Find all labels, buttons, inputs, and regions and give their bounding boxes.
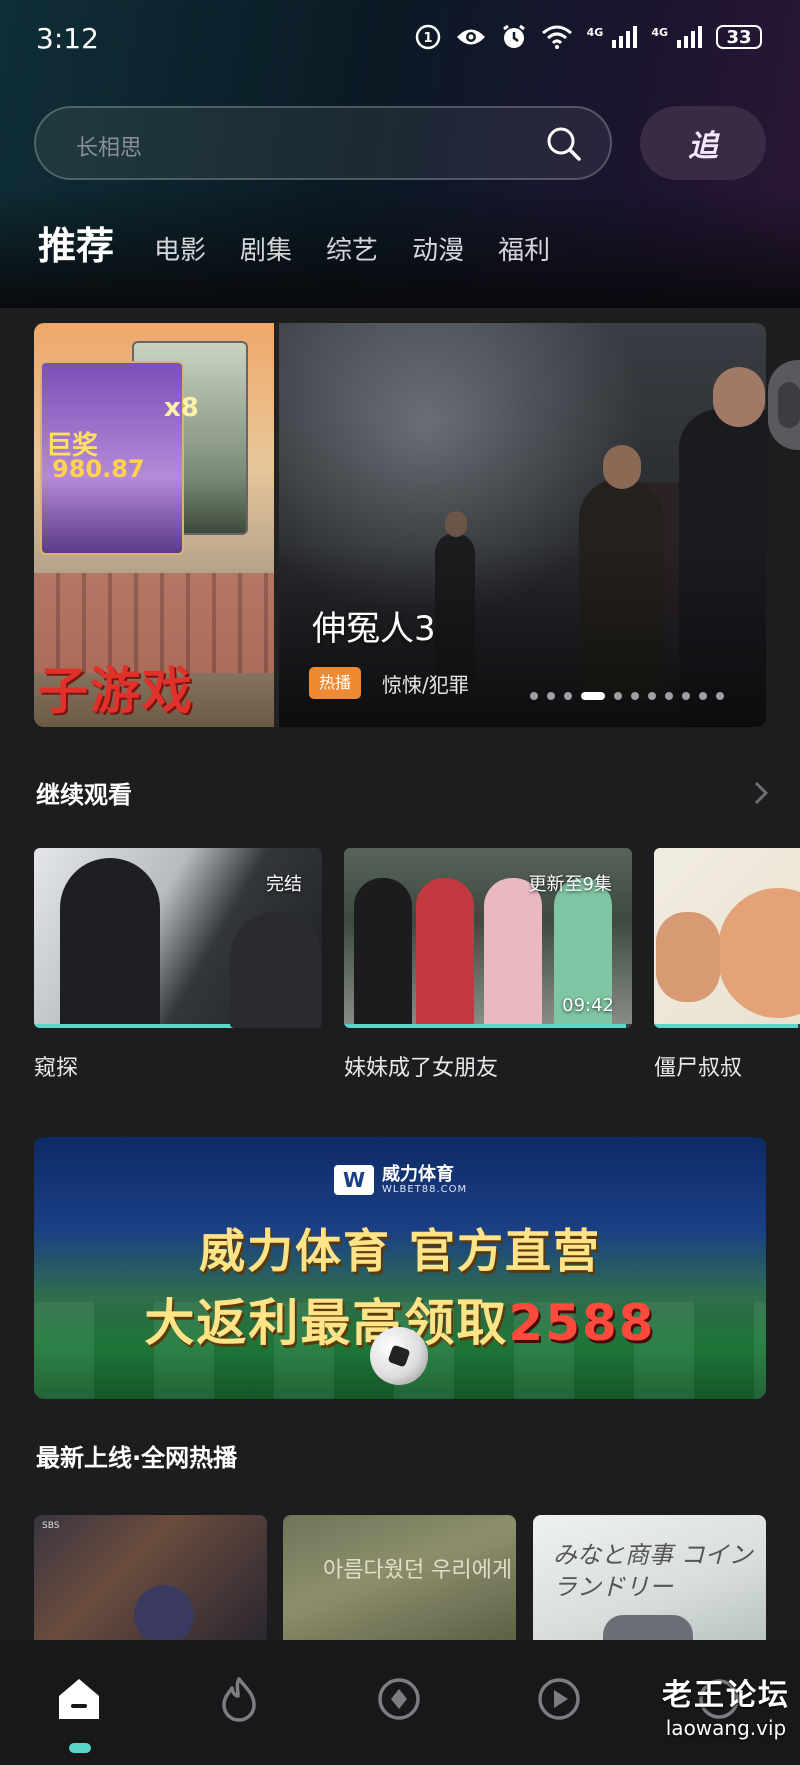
follow-button[interactable]: 追 xyxy=(640,106,766,180)
latest-title: 最新上线·全网热播 xyxy=(36,1444,238,1472)
progress-bar xyxy=(654,1024,800,1028)
status-tag: 完结 xyxy=(266,874,302,895)
latest-item[interactable]: SBS xyxy=(34,1515,267,1640)
ad-logo: W 威力体育 WLBET88.COM xyxy=(334,1165,467,1195)
network-label-1: 4G xyxy=(586,25,604,39)
carousel-dot[interactable] xyxy=(581,692,605,700)
figure-shape xyxy=(354,878,412,1028)
watermark-url: laowang.vip xyxy=(665,1716,787,1740)
featured-title: 伸冤人3 xyxy=(312,609,436,649)
search-input[interactable]: 长相思 xyxy=(34,106,612,180)
brand-logo-icon: W xyxy=(334,1165,374,1195)
continue-watching-title: 继续观看 xyxy=(36,781,132,809)
alarm-icon xyxy=(502,24,525,48)
progress-fill xyxy=(344,1024,627,1028)
watermark: 老王论坛 laowang.vip xyxy=(662,1670,790,1740)
game-text-number: 980.87 xyxy=(52,455,145,483)
carousel-dot[interactable] xyxy=(716,692,724,700)
progress-bar xyxy=(344,1024,632,1028)
status-time: 3:12 xyxy=(36,22,99,55)
carousel-dot[interactable] xyxy=(530,692,538,700)
continue-item[interactable]: 僵尸叔叔 xyxy=(654,848,800,1082)
carousel-dot[interactable] xyxy=(547,692,555,700)
item-title: 窥探 xyxy=(34,1056,79,1081)
featured-genre: 惊悚/犯罪 xyxy=(382,673,469,697)
compass-icon xyxy=(378,1678,420,1720)
item-title: 僵尸叔叔 xyxy=(654,1056,743,1081)
ad-subheadline-number: 2588 xyxy=(508,1294,656,1352)
home-icon xyxy=(59,1679,99,1719)
status-tag: 更新至9集 xyxy=(528,874,612,895)
ad-headline: 威力体育 官方直营 xyxy=(198,1224,601,1278)
poster-image: 更新至9集 09:42 xyxy=(344,848,632,1028)
ad-subheadline-text: 大返利最高领取 xyxy=(144,1294,509,1352)
eye-icon xyxy=(456,29,485,45)
signal-icon xyxy=(612,26,638,48)
item-title: 妹妹成了女朋友 xyxy=(344,1056,499,1081)
carousel-dot[interactable] xyxy=(614,692,622,700)
football-image xyxy=(370,1327,428,1385)
ad-banner[interactable]: W 威力体育 WLBET88.COM 威力体育 官方直营 大返利最高领取2588 xyxy=(34,1137,766,1399)
status-bar: 3:12 1 4G 4G 33 xyxy=(0,0,800,80)
status-icons: 1 4G 4G 33 xyxy=(415,24,762,50)
figure-shape xyxy=(484,878,542,1028)
carousel-dot[interactable] xyxy=(699,692,707,700)
wifi-icon xyxy=(541,25,572,49)
poster-overlay-text: 아름다웠던 우리에게 xyxy=(323,1558,513,1583)
duration-label: 77:24 xyxy=(252,995,304,1016)
nav-play[interactable] xyxy=(532,1672,586,1726)
hero-carousel[interactable]: 巨奖 980.87 x8 子游戏 伸冤人3 热播 惊悚/犯罪 xyxy=(34,323,766,727)
poster-image: 完结 77:24 xyxy=(34,848,322,1028)
ad-domain: WLBET88.COM xyxy=(382,1183,468,1195)
progress-bar xyxy=(34,1024,322,1028)
tab-series[interactable]: 剧集 xyxy=(240,230,292,267)
poster-overlay-text: みなと商事 コインランドリー xyxy=(553,1541,753,1601)
nav-home[interactable] xyxy=(52,1672,106,1726)
progress-fill xyxy=(34,1024,317,1028)
svg-text:1: 1 xyxy=(423,31,432,46)
continue-item[interactable]: 完结 77:24 窥探 xyxy=(34,848,322,1082)
nav-discover[interactable] xyxy=(372,1672,426,1726)
notification-icon: 1 xyxy=(415,24,440,50)
tab-anime[interactable]: 动漫 xyxy=(412,230,464,267)
tab-welfare[interactable]: 福利 xyxy=(498,230,550,267)
hot-badge: 热播 xyxy=(309,667,362,699)
carousel-dot[interactable] xyxy=(631,692,639,700)
progress-fill xyxy=(654,1024,798,1028)
ad-slide-preview[interactable]: 巨奖 980.87 x8 子游戏 xyxy=(34,323,274,727)
ad-slide-title: 子游戏 xyxy=(38,662,194,720)
tab-movies[interactable]: 电影 xyxy=(154,230,206,267)
tab-recommend[interactable]: 推荐 xyxy=(38,215,114,270)
carousel-dot[interactable] xyxy=(648,692,656,700)
flame-icon xyxy=(222,1677,256,1722)
duration-label: 09:42 xyxy=(562,995,614,1016)
nav-hot[interactable] xyxy=(212,1672,266,1726)
floating-side-button[interactable] xyxy=(768,360,800,450)
latest-item[interactable]: みなと商事 コインランドリー xyxy=(533,1515,766,1640)
carousel-dot[interactable] xyxy=(682,692,690,700)
game-text-multiplier: x8 xyxy=(164,393,199,423)
search-icon[interactable] xyxy=(546,126,582,162)
network-label-2: 4G xyxy=(651,25,668,39)
category-tabs: 推荐 电影 剧集 综艺 动漫 福利 xyxy=(38,215,584,270)
continue-item[interactable]: 更新至9集 09:42 妹妹成了女朋友 xyxy=(344,848,632,1082)
chevron-right-icon[interactable] xyxy=(752,780,770,806)
carousel-dot[interactable] xyxy=(564,692,572,700)
follow-button-label: 追 xyxy=(688,129,718,164)
carousel-dot[interactable] xyxy=(665,692,673,700)
poster-image xyxy=(654,848,800,1028)
active-tab-indicator xyxy=(69,1743,91,1753)
play-icon xyxy=(538,1678,580,1720)
tab-variety[interactable]: 综艺 xyxy=(326,230,378,267)
carousel-dots xyxy=(530,692,724,700)
watermark-title: 老王论坛 xyxy=(662,1678,790,1713)
poster-overlay-text: SBS xyxy=(42,1521,60,1531)
search-placeholder: 长相思 xyxy=(76,136,143,161)
signal-icon-2 xyxy=(677,26,702,48)
figure-shape xyxy=(416,878,474,1028)
ad-brand: 威力体育 xyxy=(382,1163,454,1185)
battery-icon: 33 xyxy=(716,25,762,49)
latest-item[interactable]: 아름다웠던 우리에게 xyxy=(283,1515,516,1640)
